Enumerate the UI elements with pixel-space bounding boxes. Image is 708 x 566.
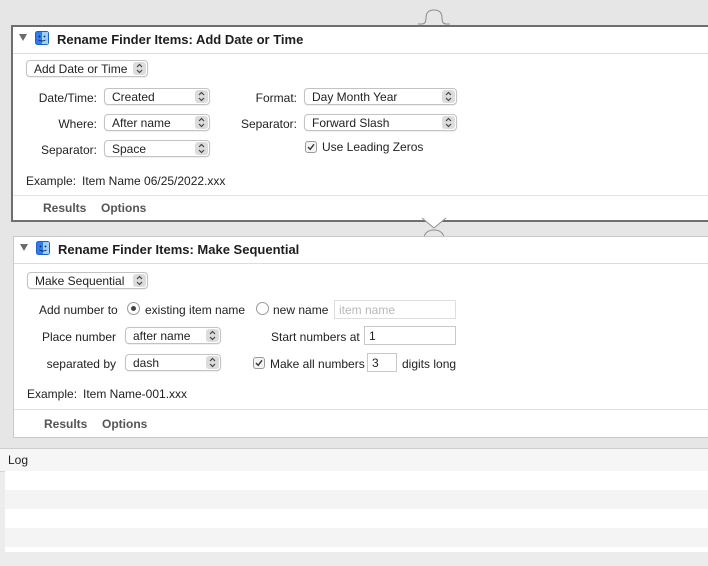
- mode-popup-value: Add Date or Time: [34, 62, 128, 76]
- finder-icon: [36, 241, 50, 255]
- mode-popup[interactable]: Add Date or Time: [26, 60, 148, 77]
- separator-label: Separator:: [40, 143, 97, 157]
- popup-arrows-icon: [442, 116, 455, 129]
- datetime-popup-value: Created: [112, 90, 155, 104]
- new-name-label: new name: [273, 303, 329, 317]
- results-tab[interactable]: Results: [44, 417, 87, 431]
- example-value: Item Name 06/25/2022.xxx: [82, 174, 226, 188]
- format-popup-value: Day Month Year: [312, 90, 398, 104]
- where-label: Where:: [58, 117, 97, 131]
- datetime-label: Date/Time:: [38, 91, 97, 105]
- options-tab[interactable]: Options: [102, 417, 147, 431]
- datetime-popup[interactable]: Created: [104, 88, 210, 105]
- action-titlebar[interactable]: Rename Finder Items: Add Date or Time: [13, 27, 708, 54]
- mode-popup[interactable]: Make Sequential: [27, 272, 148, 289]
- log-row: [5, 547, 708, 566]
- digits-input[interactable]: [368, 354, 396, 371]
- log-table[interactable]: [5, 471, 708, 552]
- log-header[interactable]: Log: [0, 448, 708, 472]
- make-all-numbers-checkbox[interactable]: [253, 357, 265, 369]
- leading-zeros-checkbox[interactable]: [305, 141, 317, 153]
- format-label: Format:: [255, 91, 297, 105]
- example-value: Item Name-001.xxx: [83, 387, 188, 401]
- popup-arrows-icon: [206, 356, 219, 369]
- new-name-radio[interactable]: [256, 302, 269, 315]
- start-numbers-input[interactable]: [365, 327, 455, 344]
- separator-popup-value: Space: [112, 142, 147, 156]
- start-numbers-field[interactable]: [364, 326, 456, 345]
- digits-field[interactable]: [367, 353, 397, 372]
- checkmark-icon: [255, 359, 263, 367]
- separated-by-popup-value: dash: [133, 356, 160, 370]
- action-title: Rename Finder Items: Make Sequential: [58, 242, 300, 257]
- example-label: Example:: [26, 174, 77, 188]
- start-numbers-label: Start numbers at: [271, 330, 360, 344]
- results-tab[interactable]: Results: [43, 201, 86, 215]
- place-number-label: Place number: [41, 330, 116, 344]
- action-add-date-or-time[interactable]: Rename Finder Items: Add Date or Time Ad…: [11, 25, 708, 222]
- mode-popup-value: Make Sequential: [35, 274, 125, 288]
- format-popup[interactable]: Day Month Year: [304, 88, 457, 105]
- log-header-label: Log: [8, 453, 29, 467]
- finder-icon: [35, 31, 49, 45]
- example-label: Example:: [27, 387, 78, 401]
- disclosure-triangle-icon[interactable]: [20, 244, 28, 251]
- separated-by-popup[interactable]: dash: [125, 354, 221, 371]
- separated-by-label: separated by: [46, 357, 116, 371]
- new-name-input[interactable]: [335, 301, 455, 318]
- popup-arrows-icon: [206, 329, 219, 342]
- action-make-sequential[interactable]: Rename Finder Items: Make Sequential Mak…: [13, 236, 708, 438]
- existing-name-label: existing item name: [145, 303, 246, 317]
- popup-arrows-icon: [195, 116, 208, 129]
- separator-popup[interactable]: Space: [104, 140, 210, 157]
- action-footer: Results Options: [13, 195, 708, 220]
- popup-arrows-icon: [133, 62, 146, 75]
- checkmark-icon: [307, 143, 315, 151]
- place-number-popup[interactable]: after name: [125, 327, 221, 344]
- action-footer: Results Options: [14, 409, 708, 437]
- separator2-popup-value: Forward Slash: [312, 116, 390, 130]
- add-number-label: Add number to: [39, 303, 118, 317]
- place-number-popup-value: after name: [133, 329, 191, 343]
- popup-arrows-icon: [195, 90, 208, 103]
- separator2-label: Separator:: [240, 117, 297, 131]
- make-all-numbers-label: Make all numbers: [270, 357, 365, 371]
- new-name-field[interactable]: [334, 300, 456, 319]
- disclosure-triangle-icon[interactable]: [19, 34, 27, 41]
- popup-arrows-icon: [442, 90, 455, 103]
- existing-name-radio[interactable]: [127, 302, 140, 315]
- action-titlebar[interactable]: Rename Finder Items: Make Sequential: [14, 237, 708, 264]
- separator2-popup[interactable]: Forward Slash: [304, 114, 457, 131]
- popup-arrows-icon: [133, 274, 146, 287]
- log-row: [5, 528, 708, 547]
- where-popup-value: After name: [112, 116, 171, 130]
- log-row: [5, 490, 708, 509]
- where-popup[interactable]: After name: [104, 114, 210, 131]
- digits-long-label: digits long: [402, 357, 457, 371]
- popup-arrows-icon: [195, 142, 208, 155]
- log-row: [5, 509, 708, 528]
- workflow-canvas: Rename Finder Items: Add Date or Time Ad…: [0, 0, 708, 448]
- log-row: [5, 471, 708, 490]
- options-tab[interactable]: Options: [101, 201, 146, 215]
- action-title: Rename Finder Items: Add Date or Time: [57, 32, 304, 47]
- leading-zeros-label: Use Leading Zeros: [322, 140, 424, 154]
